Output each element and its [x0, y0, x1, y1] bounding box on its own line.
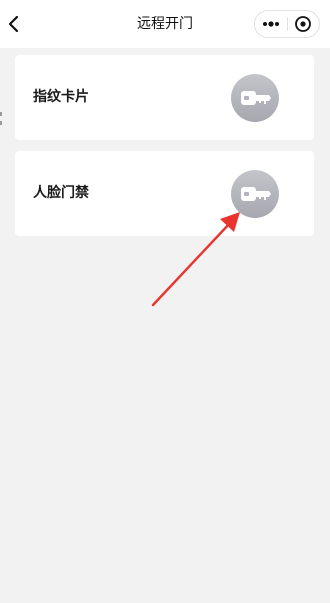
key-icon [231, 74, 279, 122]
edge-mark [0, 112, 2, 116]
card-label: 人脸门禁 [33, 185, 89, 201]
chevron-left-icon [8, 15, 19, 33]
navigation-bar: 远程开门 [0, 0, 330, 48]
card-face-access: 人脸门禁 [15, 151, 314, 236]
screen: 远程开门 指纹卡片 人脸门禁 [0, 0, 330, 603]
more-dots-icon [263, 21, 279, 27]
card-fingerprint: 指纹卡片 [15, 55, 314, 140]
mini-program-capsule [254, 10, 320, 38]
more-button[interactable] [255, 11, 287, 37]
unlock-button[interactable] [231, 74, 279, 122]
edge-mark [0, 121, 2, 125]
unlock-button[interactable] [231, 170, 279, 218]
target-circle-icon [295, 16, 311, 32]
back-button[interactable] [0, 10, 28, 38]
key-icon [231, 170, 279, 218]
card-label: 指纹卡片 [33, 89, 89, 105]
close-button[interactable] [288, 11, 319, 37]
